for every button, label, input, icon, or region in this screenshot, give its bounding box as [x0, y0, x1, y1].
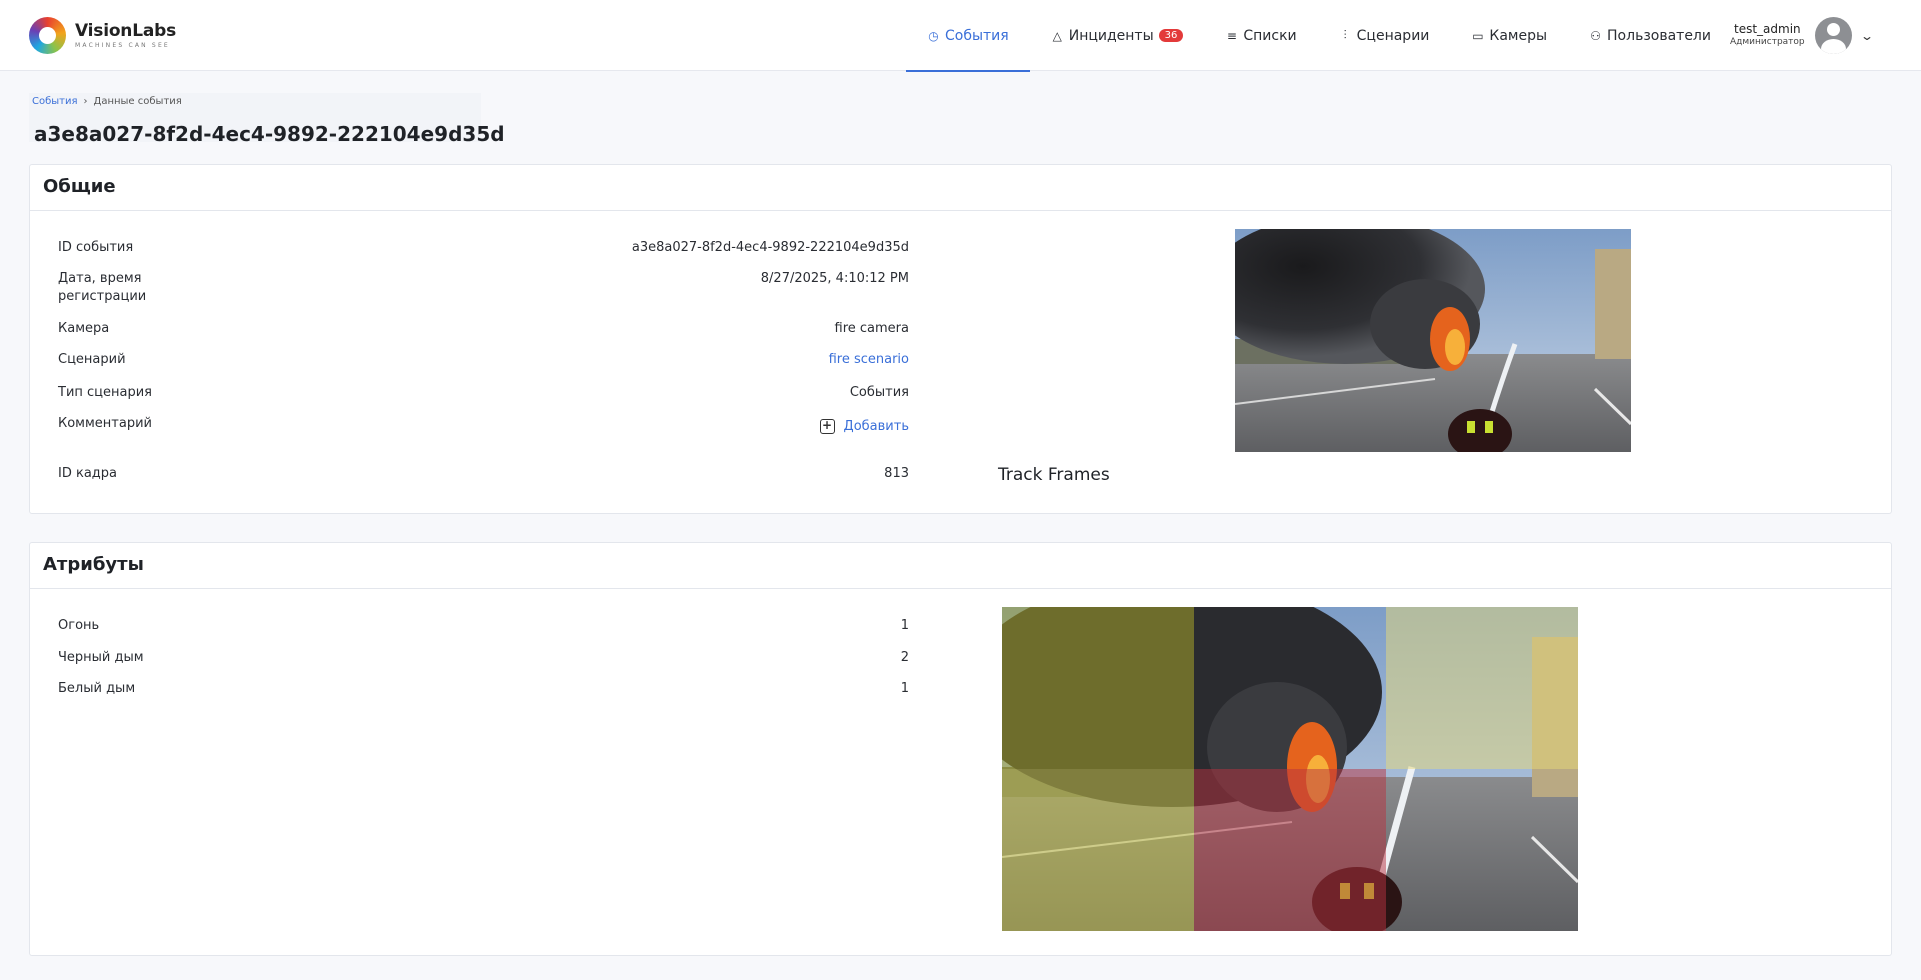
breadcrumb-events-link[interactable]: События [32, 96, 78, 107]
page-title: a3e8a027-8f2d-4ec4-9892-222104e9d35d [34, 122, 505, 146]
sliders-icon: ⫶ [1343, 28, 1347, 42]
add-comment-label: Добавить [843, 418, 909, 434]
nav-events[interactable]: ◷ События [906, 0, 1030, 72]
user-name: test_admin [1733, 21, 1801, 36]
user-menu[interactable]: test_admin Администратор ⌄ [1730, 17, 1874, 54]
scenario-link[interactable]: fire scenario [829, 351, 909, 369]
camera-value: fire camera [834, 321, 909, 336]
attribute-heatmap-svg [1002, 607, 1578, 931]
add-comment-button[interactable]: + Добавить [819, 418, 909, 436]
event-frame-image-svg [1235, 229, 1631, 452]
warning-icon: △ [1052, 28, 1062, 43]
datetime-value: 8/27/2025, 4:10:12 PM [760, 271, 909, 286]
nav-cameras[interactable]: ▭ Камеры [1450, 0, 1568, 71]
video-icon: ▭ [1472, 28, 1484, 43]
nav-lists-label: Списки [1243, 27, 1297, 44]
attribute-heatmap-image[interactable] [1002, 607, 1578, 931]
attribute-value: 2 [900, 650, 909, 665]
scenario-type-label: Тип сценария [58, 385, 153, 400]
attribute-label: Огонь [58, 618, 100, 633]
top-header: VisionLabs MACHINES CAN SEE ◷ События △ … [0, 0, 1921, 72]
clock-icon: ◷ [928, 28, 939, 43]
frame-id-label: ID кадра [58, 466, 118, 481]
track-frames-title: Track Frames [998, 465, 1110, 485]
nav-users[interactable]: ⚇ Пользователи [1568, 0, 1732, 71]
nav-scenarios[interactable]: ⫶ Сценарии [1318, 0, 1451, 71]
logo-tagline: MACHINES CAN SEE [75, 41, 170, 49]
general-card-title: Общие [30, 165, 1891, 211]
event-frame-image[interactable] [1235, 229, 1631, 452]
nav-incidents[interactable]: △ Инциденты 36 [1030, 0, 1205, 71]
users-icon: ⚇ [1590, 28, 1601, 43]
logo[interactable]: VisionLabs MACHINES CAN SEE [29, 17, 176, 54]
tile-tint [1002, 607, 1194, 769]
scenario-label: Сценарий [58, 352, 126, 367]
breadcrumb-separator-icon: › [83, 96, 88, 107]
logo-icon [29, 17, 66, 54]
datetime-label: Дата, время регистрации [58, 271, 147, 304]
main-nav: ◷ События △ Инциденты 36 ≡ Списки ⫶ Сцен… [906, 0, 1732, 72]
nav-users-label: Пользователи [1607, 27, 1711, 44]
user-role: Администратор [1730, 37, 1805, 48]
comment-label: Комментарий [58, 416, 152, 431]
plus-square-icon: + [819, 419, 835, 434]
incidents-badge: 36 [1158, 29, 1184, 42]
breadcrumb-current: Данные события [93, 96, 182, 107]
event-id-value: a3e8a027-8f2d-4ec4-9892-222104e9d35d [631, 240, 909, 255]
attribute-label: Черный дым [58, 650, 144, 665]
attribute-label: Белый дым [58, 681, 136, 696]
attribute-value: 1 [900, 618, 909, 633]
tile-tint [1194, 769, 1386, 931]
tile-tint [1386, 607, 1578, 769]
camera-label: Камера [58, 321, 110, 336]
nav-incidents-label: Инциденты [1068, 27, 1154, 44]
attribute-value: 1 [900, 681, 909, 696]
scenario-type-value: События [849, 385, 909, 400]
list-icon: ≡ [1226, 28, 1237, 43]
avatar[interactable] [1814, 17, 1852, 54]
nav-scenarios-label: Сценарии [1356, 27, 1430, 44]
breadcrumb: События › Данные события [32, 96, 182, 107]
chevron-down-icon[interactable]: ⌄ [1860, 29, 1874, 43]
attributes-card: Атрибуты [29, 542, 1892, 956]
nav-cameras-label: Камеры [1489, 27, 1548, 44]
nav-events-label: События [945, 27, 1009, 44]
frame-id-value: 813 [884, 466, 909, 481]
event-id-label: ID события [58, 240, 134, 255]
attributes-card-title: Атрибуты [30, 543, 1891, 589]
nav-lists[interactable]: ≡ Списки [1204, 0, 1317, 71]
logo-name: VisionLabs [75, 20, 177, 41]
tile-tint [1002, 769, 1194, 931]
